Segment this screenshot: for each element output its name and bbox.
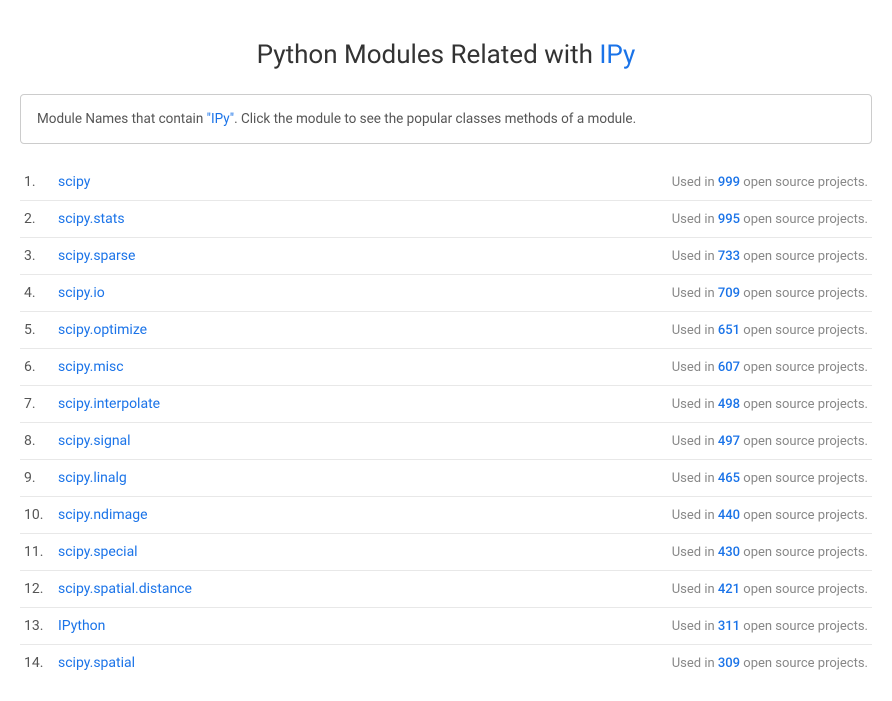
module-link[interactable]: scipy.stats <box>58 211 125 227</box>
module-usage: Used in 607 open source projects. <box>672 360 868 375</box>
list-item: 8. scipy.signal Used in 497 open source pr… <box>20 423 872 460</box>
module-link[interactable]: scipy.signal <box>58 433 131 449</box>
module-link[interactable]: scipy.linalg <box>58 470 127 486</box>
module-number: 2. <box>24 211 52 227</box>
list-item: 6. scipy.misc Used in 607 open source proj… <box>20 349 872 386</box>
module-usage: Used in 497 open source projects. <box>672 434 868 449</box>
list-item: 3. scipy.sparse Used in 733 open source pr… <box>20 238 872 275</box>
list-item: 5. scipy.optimize Used in 651 open source … <box>20 312 872 349</box>
module-link[interactable]: scipy.sparse <box>58 248 135 264</box>
module-link[interactable]: scipy.optimize <box>58 322 147 338</box>
module-number: 7. <box>24 396 52 412</box>
module-number: 10. <box>24 507 52 523</box>
module-link[interactable]: scipy.interpolate <box>58 396 160 412</box>
module-link[interactable]: scipy.misc <box>58 359 124 375</box>
list-item: 11. scipy.special Used in 430 open source … <box>20 534 872 571</box>
module-usage: Used in 498 open source projects. <box>672 397 868 412</box>
info-box: Module Names that contain "IPy". Click t… <box>20 94 872 144</box>
module-number: 4. <box>24 285 52 301</box>
module-usage: Used in 999 open source projects. <box>672 175 868 190</box>
list-item: 4. scipy.io Used in 709 open source projec… <box>20 275 872 312</box>
module-usage: Used in 651 open source projects. <box>672 323 868 338</box>
module-link[interactable]: IPython <box>58 618 105 634</box>
module-number: 11. <box>24 544 52 560</box>
module-link[interactable]: scipy <box>58 174 90 190</box>
list-item: 12. scipy.spatial.distance Used in 421 ope… <box>20 571 872 608</box>
module-usage: Used in 709 open source projects. <box>672 286 868 301</box>
module-usage: Used in 309 open source projects. <box>672 656 868 671</box>
list-item: 10. scipy.ndimage Used in 440 open source … <box>20 497 872 534</box>
module-usage: Used in 995 open source projects. <box>672 212 868 227</box>
module-number: 13. <box>24 618 52 634</box>
module-link[interactable]: scipy.spatial.distance <box>58 581 192 597</box>
list-item: 14. scipy.spatial Used in 309 open source … <box>20 645 872 681</box>
module-link[interactable]: scipy.spatial <box>58 655 135 671</box>
module-number: 9. <box>24 470 52 486</box>
module-usage: Used in 311 open source projects. <box>672 619 868 634</box>
module-number: 3. <box>24 248 52 264</box>
list-item: 2. scipy.stats Used in 995 open source pro… <box>20 201 872 238</box>
module-usage: Used in 733 open source projects. <box>672 249 868 264</box>
module-number: 1. <box>24 174 52 190</box>
module-usage: Used in 440 open source projects. <box>672 508 868 523</box>
list-item: 7. scipy.interpolate Used in 498 open sour… <box>20 386 872 423</box>
module-number: 5. <box>24 322 52 338</box>
module-number: 14. <box>24 655 52 671</box>
module-usage: Used in 465 open source projects. <box>672 471 868 486</box>
list-item: 1. scipy Used in 999 open source projects. <box>20 164 872 201</box>
module-usage: Used in 421 open source projects. <box>672 582 868 597</box>
module-number: 8. <box>24 433 52 449</box>
module-number: 6. <box>24 359 52 375</box>
module-usage: Used in 430 open source projects. <box>672 545 868 560</box>
module-link[interactable]: scipy.io <box>58 285 105 301</box>
module-number: 12. <box>24 581 52 597</box>
page-title: Python Modules Related with IPy <box>20 40 872 70</box>
list-item: 13. IPython Used in 311 open source projec… <box>20 608 872 645</box>
module-link[interactable]: scipy.special <box>58 544 138 560</box>
list-item: 9. scipy.linalg Used in 465 open source pr… <box>20 460 872 497</box>
module-link[interactable]: scipy.ndimage <box>58 507 148 523</box>
module-list: 1. scipy Used in 999 open source projects.… <box>20 164 872 681</box>
